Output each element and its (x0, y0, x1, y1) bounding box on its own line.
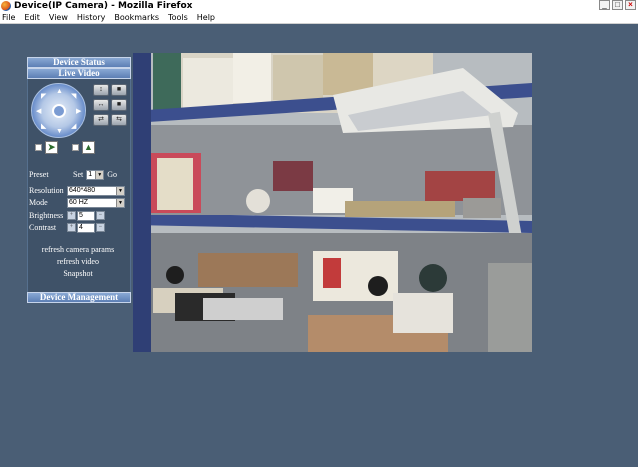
brightness-decrease-button[interactable]: − (96, 211, 105, 220)
window-title-bar: Device(IP Camera) - Mozilla Firefox _ □ … (0, 0, 638, 12)
menu-edit[interactable]: Edit (24, 13, 40, 22)
live-video-feed[interactable] (133, 53, 532, 352)
camera-control-buttons: ↕ ■ ↔ ■ ⇄ ⇆ (93, 84, 127, 126)
refresh-camera-params-link[interactable]: refresh camera params (28, 245, 128, 254)
menu-tools[interactable]: Tools (168, 13, 188, 22)
resolution-select[interactable]: 640*480 ▼ (67, 185, 125, 196)
checkbox[interactable] (72, 144, 79, 151)
contrast-label: Contrast (29, 223, 57, 232)
contrast-value: 4 (77, 222, 95, 233)
arrow-left-icon[interactable]: ◀ (36, 108, 41, 115)
close-button[interactable]: × (625, 0, 636, 10)
tree-icon[interactable]: ▲ (82, 141, 95, 154)
resolution-label: Resolution (29, 186, 64, 195)
stop-horizontal-icon[interactable]: ■ (111, 99, 127, 111)
arrow-right-icon[interactable]: ▶ (76, 108, 81, 115)
brightness-label: Brightness (29, 211, 64, 220)
preset-select[interactable]: 1 ▼ (86, 169, 105, 180)
menu-help[interactable]: Help (197, 13, 215, 22)
control-panel: Device Status Live Video ▲ ▼ ◀ ▶ ◤ ◥ ◣ ◢… (27, 57, 131, 303)
menu-bar: File Edit View History Bookmarks Tools H… (0, 12, 638, 24)
ptz-control-wheel[interactable]: ▲ ▼ ◀ ▶ ◤ ◥ ◣ ◢ (31, 83, 86, 138)
arrow-down-icon[interactable]: ▼ (56, 128, 63, 135)
menu-history[interactable]: History (77, 13, 105, 22)
arrow-down-right-icon[interactable]: ◢ (71, 123, 76, 130)
mode-row: Mode 60 HZ ▼ (28, 197, 128, 208)
snapshot-link[interactable]: Snapshot (28, 269, 128, 278)
stop-vertical-icon[interactable]: ■ (111, 84, 127, 96)
contrast-row: Contrast + 4 − (28, 222, 128, 233)
mirror-icon[interactable]: ⇆ (111, 114, 127, 126)
brightness-value: 5 (77, 210, 95, 221)
preset-go-button[interactable]: Go (107, 170, 117, 179)
preset-label: Preset (29, 170, 49, 179)
play-icon[interactable]: ➤ (45, 141, 58, 154)
preset-row: Preset Set 1 ▼ Go (28, 169, 128, 180)
contrast-decrease-button[interactable]: − (96, 223, 105, 232)
ir-mode-row: ➤ ▲ (35, 141, 95, 154)
arrow-up-icon[interactable]: ▲ (56, 88, 63, 95)
checkbox[interactable] (35, 144, 42, 151)
minimize-button[interactable]: _ (599, 0, 610, 10)
arrow-up-right-icon[interactable]: ◥ (71, 93, 76, 100)
arrow-up-left-icon[interactable]: ◤ (41, 93, 46, 100)
center-icon[interactable] (52, 104, 66, 118)
horizontal-patrol-icon[interactable]: ↔ (93, 99, 109, 111)
window-title: Device(IP Camera) - Mozilla Firefox (14, 1, 193, 11)
firefox-icon (1, 1, 11, 11)
brightness-increase-button[interactable]: + (67, 211, 76, 220)
arrow-down-left-icon[interactable]: ◣ (41, 123, 46, 130)
mode-select[interactable]: 60 HZ ▼ (67, 197, 125, 208)
mode-label: Mode (29, 198, 48, 207)
video-frame (133, 53, 532, 352)
live-video-header[interactable]: Live Video (27, 68, 131, 79)
menu-bookmarks[interactable]: Bookmarks (114, 13, 159, 22)
menu-view[interactable]: View (49, 13, 68, 22)
maximize-button[interactable]: □ (612, 0, 623, 10)
preset-set-label[interactable]: Set (73, 170, 83, 179)
flip-icon[interactable]: ⇄ (93, 114, 109, 126)
resolution-row: Resolution 640*480 ▼ (28, 185, 128, 196)
window-controls: _ □ × (599, 0, 636, 10)
brightness-row: Brightness + 5 − (28, 210, 128, 221)
refresh-video-link[interactable]: refresh video (28, 257, 128, 266)
vertical-patrol-icon[interactable]: ↕ (93, 84, 109, 96)
device-management-header[interactable]: Device Management (27, 292, 131, 303)
device-status-header[interactable]: Device Status (27, 57, 131, 68)
live-video-panel: ▲ ▼ ◀ ▶ ◤ ◥ ◣ ◢ ↕ ■ ↔ ■ ⇄ ⇆ ➤ ▲ Preset S… (27, 79, 131, 292)
contrast-increase-button[interactable]: + (67, 223, 76, 232)
menu-file[interactable]: File (2, 13, 15, 22)
